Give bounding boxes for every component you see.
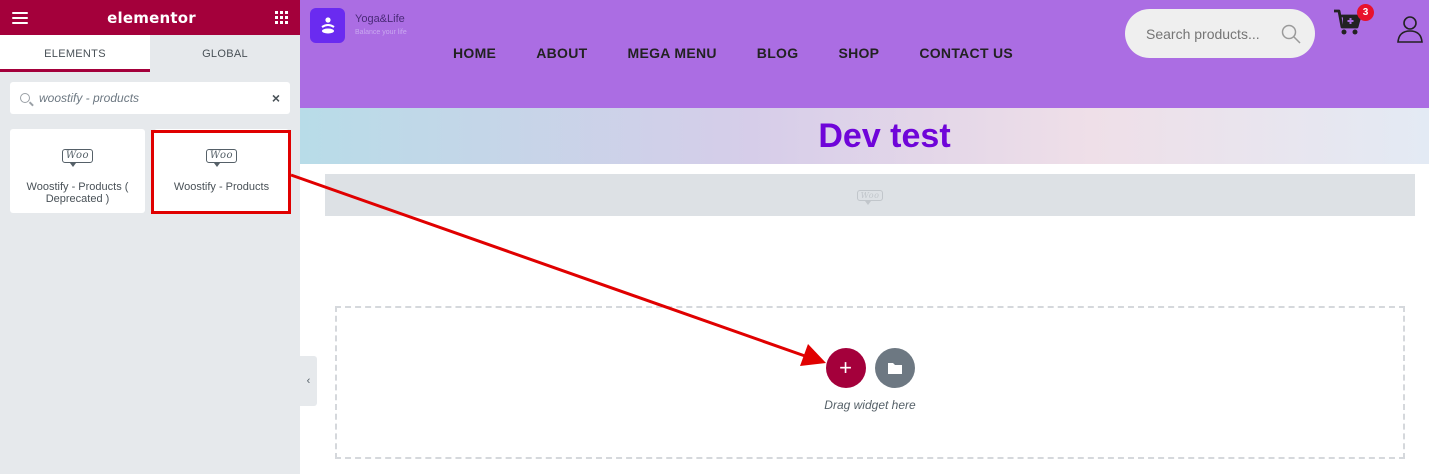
site-logo[interactable]: Yoga&Life Balance your life bbox=[355, 13, 407, 36]
dropzone-buttons: + bbox=[825, 348, 915, 388]
elementor-logo: elementor bbox=[107, 8, 196, 27]
widgets-grid-icon[interactable] bbox=[275, 11, 288, 24]
widget-woostify-products[interactable]: Woo Woostify - Products bbox=[154, 129, 289, 213]
nav-item-shop[interactable]: SHOP bbox=[838, 45, 879, 61]
nav-item-blog[interactable]: BLOG bbox=[757, 45, 799, 61]
menu-icon[interactable] bbox=[12, 11, 28, 24]
main-nav: HOME ABOUT MEGA MENU BLOG SHOP CONTACT U… bbox=[453, 45, 1053, 61]
folder-icon bbox=[887, 362, 902, 374]
woo-icon: Woo bbox=[61, 149, 94, 167]
site-logo-icon[interactable] bbox=[310, 8, 345, 43]
nav-item-about[interactable]: ABOUT bbox=[536, 45, 587, 61]
widget-woostify-products-deprecated[interactable]: Woo Woostify - Products ( Deprecated ) bbox=[10, 129, 145, 213]
nav-item-contact-us[interactable]: CONTACT US bbox=[919, 45, 1013, 61]
panel-tabs: ELEMENTS GLOBAL bbox=[0, 35, 300, 72]
site-preview: Yoga&Life Balance your life HOME ABOUT M… bbox=[300, 0, 1429, 474]
nav-item-home[interactable]: HOME bbox=[453, 45, 496, 61]
nav-item-mega-menu[interactable]: MEGA MENU bbox=[627, 45, 716, 61]
tab-elements[interactable]: ELEMENTS bbox=[0, 35, 150, 72]
user-account-icon[interactable] bbox=[1397, 15, 1423, 43]
drop-zone[interactable]: + Drag widget here bbox=[335, 306, 1405, 459]
products-widget-placeholder[interactable]: Woo bbox=[325, 174, 1415, 216]
add-section-button[interactable]: + bbox=[825, 348, 866, 388]
widget-title: Woostify - Products ( Deprecated ) bbox=[26, 181, 129, 205]
woo-icon: Woo bbox=[856, 189, 884, 205]
widget-title: Woostify - Products bbox=[173, 181, 270, 193]
cart-count-badge: 3 bbox=[1357, 4, 1374, 21]
site-tagline: Balance your life bbox=[355, 29, 407, 36]
clear-search-icon[interactable]: × bbox=[272, 90, 280, 106]
search-icon[interactable] bbox=[1281, 24, 1301, 44]
product-search bbox=[1125, 9, 1315, 58]
elementor-panel: elementor ELEMENTS GLOBAL × Woo Woostify… bbox=[0, 0, 300, 474]
site-name: Yoga&Life bbox=[355, 13, 405, 25]
drag-widget-hint: Drag widget here bbox=[824, 398, 916, 412]
widget-search: × bbox=[10, 82, 290, 114]
cart-button[interactable]: 3 bbox=[1333, 4, 1374, 40]
page-title-banner: Dev test bbox=[300, 108, 1429, 164]
product-search-input[interactable] bbox=[1146, 25, 1281, 42]
site-header: Yoga&Life Balance your life HOME ABOUT M… bbox=[300, 0, 1429, 108]
add-template-button[interactable] bbox=[874, 348, 915, 388]
widget-search-input[interactable] bbox=[39, 91, 272, 105]
search-icon bbox=[20, 93, 30, 103]
panel-header: elementor bbox=[0, 0, 300, 35]
tab-global[interactable]: GLOBAL bbox=[150, 35, 300, 72]
woo-icon: Woo bbox=[205, 149, 238, 167]
page-title: Dev test bbox=[818, 116, 951, 155]
